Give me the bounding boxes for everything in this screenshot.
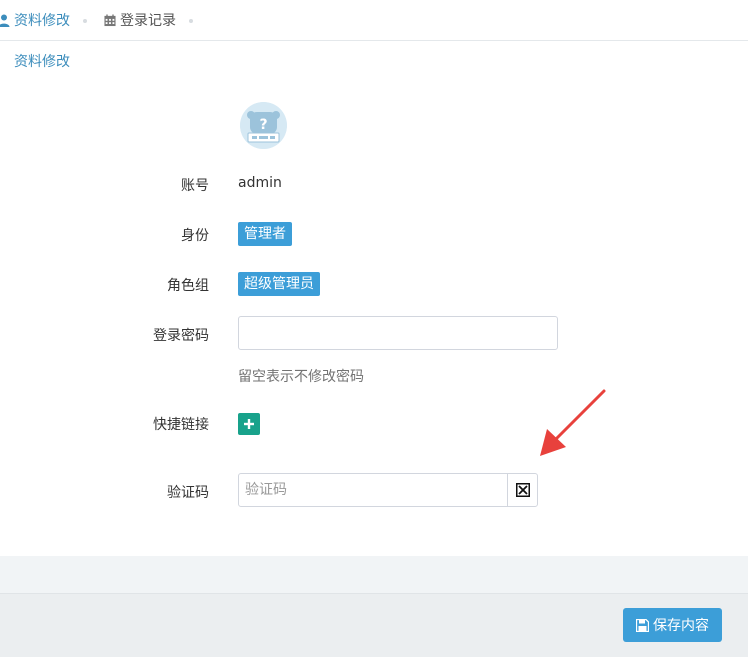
account-label: 账号 [181, 178, 209, 194]
floppy-disk-icon [636, 618, 649, 632]
plus-icon [244, 419, 254, 429]
captcha-label: 验证码 [167, 485, 209, 501]
avatar-placeholder-icon: ? [240, 102, 287, 149]
captcha-group [238, 473, 538, 507]
password-label: 登录密码 [153, 328, 209, 344]
annotation-arrow [540, 389, 606, 456]
broken-image-icon [515, 483, 530, 497]
role-group-label: 角色组 [167, 278, 209, 294]
avatar[interactable]: ? [240, 102, 287, 149]
user-icon [0, 13, 10, 27]
add-shortcut-button[interactable] [238, 413, 260, 435]
identity-label: 身份 [181, 228, 209, 244]
svg-text:?: ? [259, 117, 267, 133]
shortcut-label: 快捷链接 [153, 417, 209, 433]
password-input[interactable] [238, 316, 558, 350]
save-button-label: 保存内容 [653, 618, 709, 634]
save-button[interactable]: 保存内容 [623, 608, 722, 642]
password-help-text: 留空表示不修改密码 [238, 369, 364, 385]
tab-bar: 资料修改 登录记录 [0, 0, 748, 41]
account-value: admin [238, 175, 282, 191]
tab-profile-edit[interactable]: 资料修改 [0, 11, 70, 29]
role-group-badge: 超级管理员 [238, 272, 320, 296]
tab-login-records[interactable]: 登录记录 [104, 11, 176, 29]
tab-separator-dot [83, 19, 87, 23]
profile-card: 资料修改 登录记录 资料修改 ? 账号 admin 身份 管理者 角色组 超级管… [0, 0, 748, 556]
tab-profile-edit-label: 资料修改 [14, 13, 70, 29]
captcha-image[interactable] [507, 474, 537, 506]
tab-login-records-label: 登录记录 [120, 13, 176, 29]
tab-separator-dot [189, 19, 193, 23]
captcha-input[interactable] [239, 474, 507, 506]
identity-badge: 管理者 [238, 222, 292, 246]
section-title: 资料修改 [14, 54, 70, 70]
calendar-icon [104, 13, 116, 27]
